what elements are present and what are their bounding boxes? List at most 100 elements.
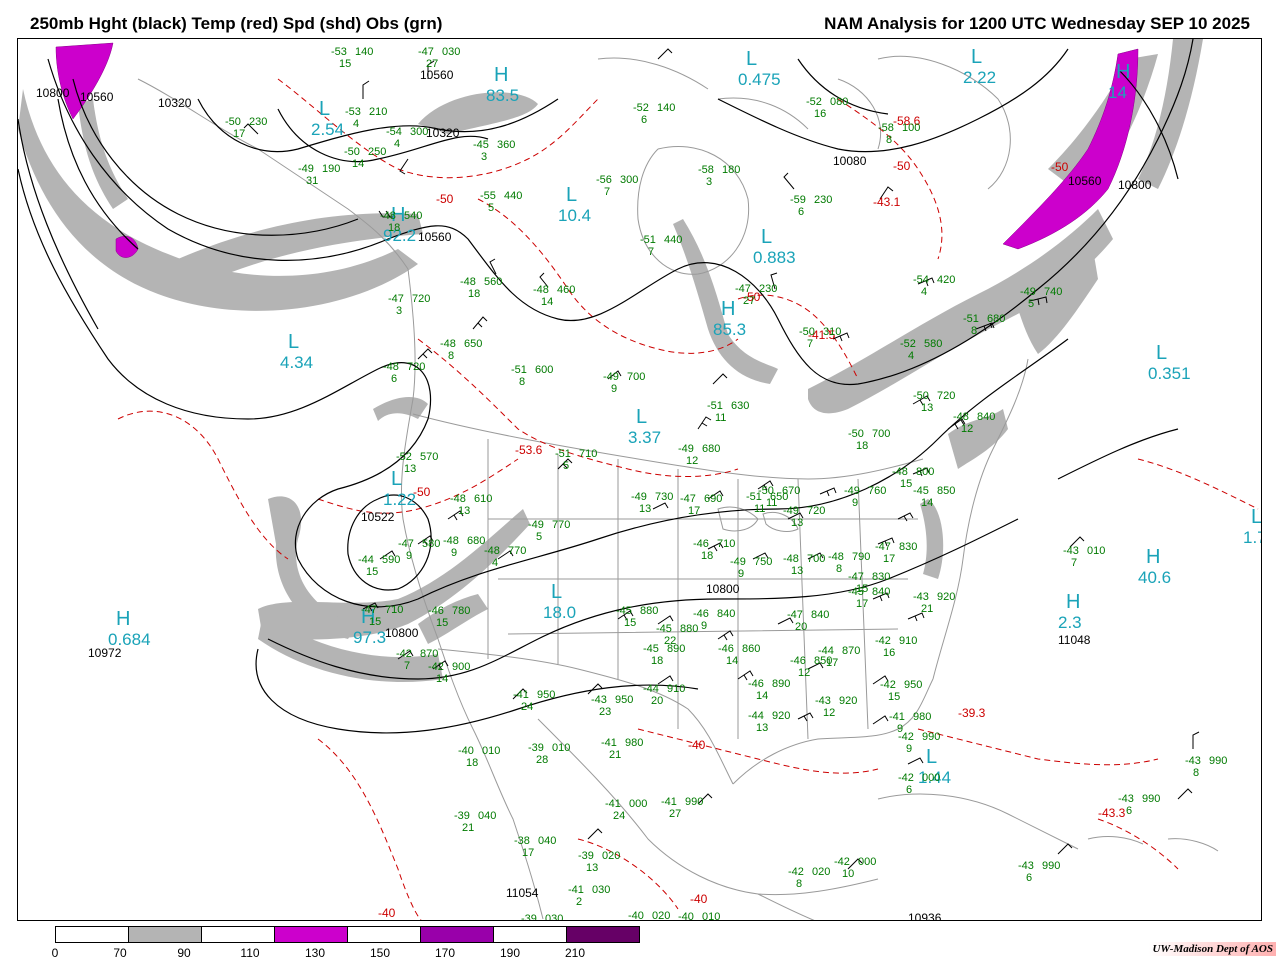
high-low-value: 2.54 [311,120,345,139]
temperature-label: -39.3 [958,706,986,720]
station-temp-height: -48 [460,276,476,288]
geo-borders [137,55,1219,920]
station-temp-height: -42 [898,731,914,743]
wind-barb [783,172,795,190]
station-temp-height: -41 [513,689,529,701]
station-temp-height: -47 [388,293,404,305]
station-dewpoint: 15 [339,58,352,70]
central-america [757,893,815,920]
station-dewpoint: 27 [743,295,756,307]
station-temp-height: -41 [568,884,584,896]
station-height: 740 [1044,286,1063,298]
station-height: 670 [782,485,801,497]
high-low-letter: L [746,48,758,70]
legend-tick: 130 [304,946,326,960]
high-low-value: 0.883 [753,248,796,267]
station-dewpoint: 7 [1071,557,1078,569]
station-height: 890 [667,643,686,655]
legend-tick: 150 [369,946,391,960]
station-temp-height: -51 [707,400,723,412]
station-height: 360 [497,139,516,151]
station-dewpoint: 27 [669,808,682,820]
station-height: 570 [420,451,439,463]
high-low-value: 97.3 [353,628,387,647]
station-dewpoint: 24 [521,701,534,713]
station-temp-height: -50 [225,116,241,128]
station-dewpoint: 5 [563,460,570,472]
legend-tick: 210 [564,946,586,960]
station-dewpoint: 5 [488,202,495,214]
station-height: 010 [702,911,721,921]
station-temp-height: -45 [656,623,672,635]
station-dewpoint: 21 [609,749,622,761]
station-dewpoint: 3 [481,151,488,163]
station-dewpoint: 8 [448,350,455,362]
station-height: 920 [839,695,858,707]
temp-contour-13 [1097,818,1179,870]
temp-contour-7 [117,410,289,560]
high-low-letter: L [319,98,331,120]
station-dewpoint: 17 [826,657,839,669]
temperature-label: -40 [688,738,706,752]
station-temp-height: -49 [631,491,647,503]
station-height: 990 [1209,755,1228,767]
station-temp-height: -40 [458,745,474,757]
station-height: 860 [742,643,761,655]
high-low-value: 4.34 [280,353,314,372]
station-height: 720 [412,293,431,305]
station-temp-height: -49 [528,519,544,531]
station-temp-height: -42 [898,772,914,784]
station-height: 190 [322,163,341,175]
station-temp-height: -42 [428,661,444,673]
station-temp-height: -48 [440,338,456,350]
credit-label: UW-Madison Dept of AOS [1149,942,1276,956]
station-dewpoint: 11 [754,503,766,515]
high-low-letter: H [721,298,736,320]
station-height: 650 [464,338,483,350]
station-temp-height: -38 [514,835,530,847]
station-dewpoint: 13 [791,565,804,577]
station-height: 780 [452,605,471,617]
high-low-letter: L [926,746,938,768]
station-height: 710 [385,604,404,616]
station-height: 720 [807,505,826,517]
legend-swatch [494,927,567,942]
station-dewpoint: 6 [906,784,913,796]
station-dewpoint: 7 [807,338,814,350]
station-temp-height: -48 [533,284,549,296]
high-low-letter: L [636,406,648,428]
temp-contour-11 [317,738,422,920]
station-height: 790 [852,551,871,563]
weather-map: L 2.54 H 83.5 L 0.475 L 2.22 H 14 L 10.4 H 92.2 L 0.883… [17,38,1262,921]
station-temp-height: -44 [643,683,659,695]
station-dewpoint: 18 [701,550,714,562]
station-dewpoint: 3 [396,305,403,317]
station-dewpoint: 15 [366,566,379,578]
station-height: 720 [407,361,426,373]
station-dewpoint: 11 [715,412,727,424]
station-dewpoint: 5 [536,531,543,543]
station-dewpoint: 10 [842,868,855,880]
station-temp-height: -44 [358,554,374,566]
wind-barb [697,416,712,430]
station-dewpoint: 17 [233,128,246,140]
station-temp-height: -51 [640,234,656,246]
station-temp-height: -47 [787,609,803,621]
high-low-letter: H [1146,546,1161,568]
station-height: 950 [904,679,923,691]
temperature-label: -43.3 [1098,806,1126,820]
wind-barb [399,158,409,175]
station-dewpoint: 24 [613,810,626,822]
station-temp-height: -56 [596,174,612,186]
station-height: 950 [615,694,634,706]
temperature-label: -50 [413,485,431,499]
station-height: 010 [552,742,571,754]
station-temp-height: -46 [428,605,444,617]
temp-contour-8 [637,728,879,774]
station-temp-height: -48 [380,210,396,222]
legend-tick: 190 [499,946,521,960]
station-height: 250 [368,146,387,158]
station-dewpoint: 27 [426,58,439,70]
station-dewpoint: 6 [1026,872,1033,884]
high-low-value: 1.22 [383,490,417,509]
